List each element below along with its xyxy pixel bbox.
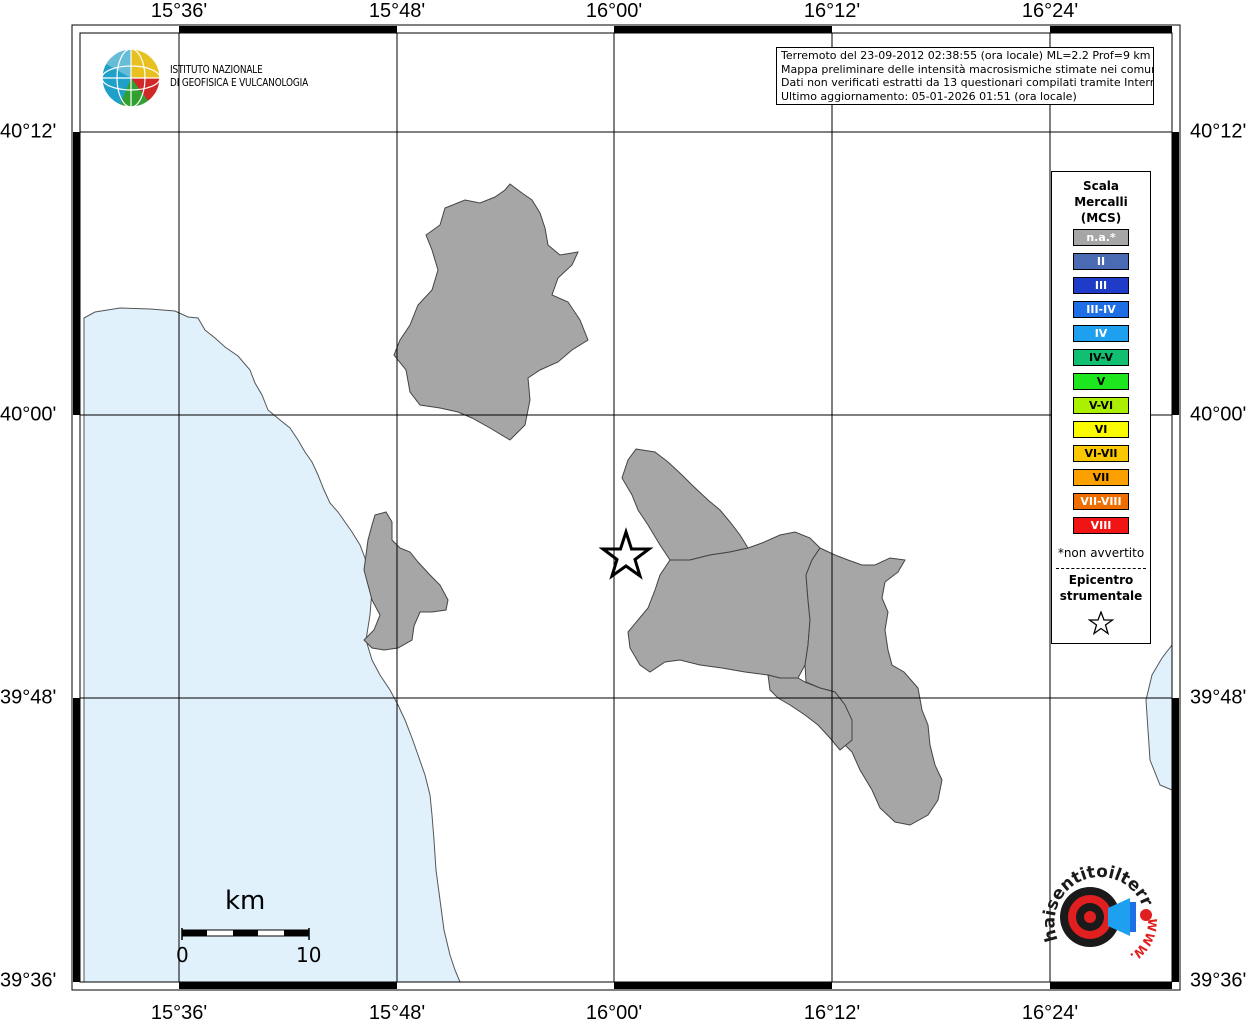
scale-unit-label: km	[225, 886, 266, 916]
legend-separator	[1056, 568, 1146, 569]
tick-bottom-4: 16°12'	[803, 1002, 861, 1024]
legend-epicenter-line-2: strumentale	[1059, 589, 1143, 603]
tick-left-4: 39°36'	[0, 969, 57, 992]
mcs-legend: Scala Mercalli (MCS) n.a.* II III III-IV IV I…	[1051, 171, 1151, 644]
tick-top-1: 15°36'	[150, 0, 208, 22]
map-stage: 15°36' 15°48' 16°00' 16°12' 16°24' 15°36…	[0, 0, 1254, 1024]
legend-title-line-1: Scala	[1082, 179, 1120, 193]
legend-item-2: III	[1073, 277, 1129, 294]
tick-top-5: 16°24'	[1021, 0, 1079, 22]
event-info-box: Terremoto del 23-09-2012 02:38:55 (ora l…	[776, 47, 1154, 105]
info-line-2: Mappa preliminare delle intensità macros…	[781, 62, 1154, 76]
scale-start-label: 0	[176, 943, 189, 967]
tick-bottom-5: 16°24'	[1021, 1002, 1079, 1024]
legend-item-1: II	[1073, 253, 1129, 270]
info-line-4: Ultimo aggiornamento: 05-01-2026 01:51 (…	[781, 89, 1077, 103]
tick-top-4: 16°12'	[803, 0, 861, 22]
tick-right-3: 39°48'	[1190, 686, 1247, 709]
tick-left-1: 40°12'	[0, 120, 57, 143]
scale-end-label: 10	[296, 943, 322, 967]
legend-item-5: IV-V	[1073, 349, 1129, 366]
legend-note: *non avvertito	[1057, 546, 1145, 560]
tick-left-3: 39°48'	[0, 686, 57, 709]
legend-item-10: VII	[1073, 469, 1129, 486]
legend-item-7: V-VI	[1073, 397, 1129, 414]
tick-right-4: 39°36'	[1190, 969, 1247, 992]
haisentito-badge[interactable]: haisentitoilterremoto.it WWW.	[1030, 860, 1160, 975]
tick-left-2: 40°00'	[0, 403, 57, 426]
legend-epicenter-line-1: Epicentro	[1068, 573, 1134, 587]
legend-epicenter-label: Epicentro strumentale	[1052, 572, 1150, 604]
star-icon	[1088, 611, 1114, 635]
tick-top-2: 15°48'	[368, 0, 426, 22]
legend-item-12: VIII	[1073, 517, 1129, 534]
ingv-logo-text: ISTITUTO NAZIONALE DI GEOFISICA E VULCAN…	[170, 64, 308, 90]
legend-title-line-2: Mercalli	[1074, 195, 1128, 209]
tick-bottom-3: 16°00'	[585, 1002, 643, 1024]
legend-title-line-3: (MCS)	[1080, 211, 1122, 225]
legend-item-11: VII-VIII	[1073, 493, 1129, 510]
legend-item-4: IV	[1073, 325, 1129, 342]
tick-right-2: 40°00'	[1190, 403, 1247, 426]
legend-item-6: V	[1073, 373, 1129, 390]
info-line-3: Dati non verificati estratti da 13 quest…	[781, 76, 1154, 89]
legend-item-9: VI-VII	[1073, 445, 1129, 462]
logo-line-2: DI GEOFISICA E VULCANOLOGIA	[170, 77, 309, 89]
legend-item-0: n.a.*	[1073, 229, 1129, 246]
tick-top-3: 16°00'	[585, 0, 643, 22]
ingv-globe-icon	[101, 48, 161, 108]
logo-line-1: ISTITUTO NAZIONALE	[170, 64, 263, 76]
tick-bottom-1: 15°36'	[150, 1002, 208, 1024]
tick-bottom-2: 15°48'	[368, 1002, 426, 1024]
legend-item-8: VI	[1073, 421, 1129, 438]
info-line-1: Terremoto del 23-09-2012 02:38:55 (ora l…	[781, 49, 1151, 62]
legend-item-3: III-IV	[1073, 301, 1129, 318]
legend-title: Scala Mercalli (MCS)	[1052, 178, 1150, 226]
tick-right-1: 40°12'	[1190, 120, 1247, 143]
